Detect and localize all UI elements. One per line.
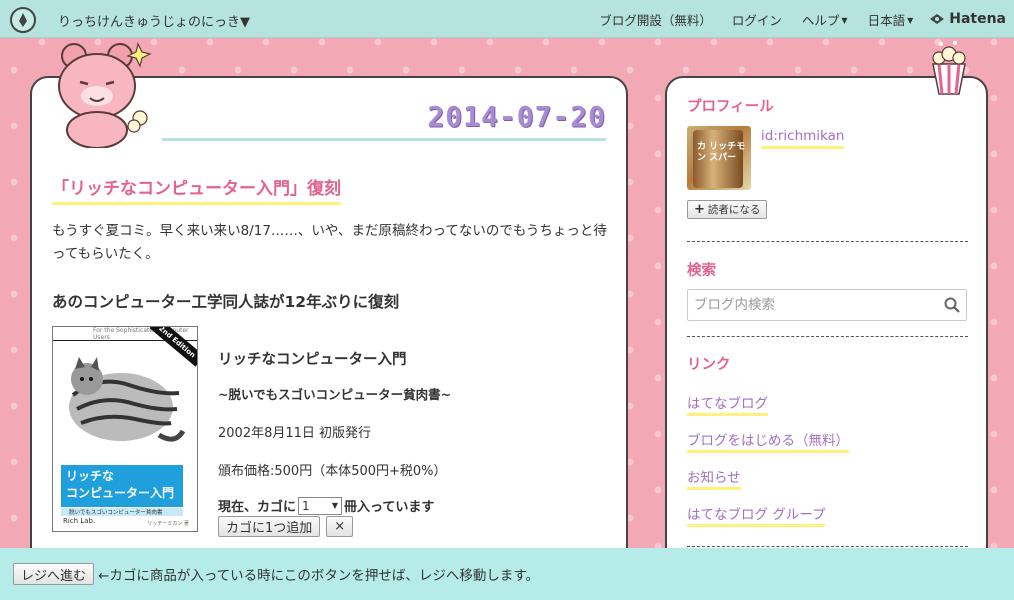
cart-status: 現在、カゴに 1 ▼ 冊入っています — [218, 496, 434, 515]
blog-name-label: りっちけんきゅうじょのにっき — [58, 15, 241, 30]
date-underline — [162, 138, 606, 141]
sidebar: プロフィール カ リッチモン スパー id:richmikan + 読者になる 検… — [665, 76, 988, 596]
search-icon[interactable] — [944, 297, 960, 313]
blog-name-dropdown[interactable]: りっちけんきゅうじょのにっき▼ — [58, 11, 250, 30]
link-start-blog[interactable]: ブログをはじめる（無料） — [687, 429, 849, 453]
quantity-value: 1 — [302, 498, 310, 513]
language-menu[interactable]: 日本語 ▼ — [868, 10, 914, 29]
top-navbar: りっちけんきゅうじょのにっき▼ ブログ開設（無料） ログイン ヘルプ ▼ 日本語 ▼… — [0, 0, 1014, 38]
cover-publisher: Rich Lab. — [63, 517, 96, 525]
cover-title-line1: リッチな — [66, 469, 115, 483]
book-name: リッチなコンピューター入門 — [218, 352, 407, 368]
book-price: 頒布価格:500円（本体500円+税0%） — [218, 464, 447, 479]
search-input[interactable] — [694, 297, 924, 313]
sidebar-divider — [687, 241, 968, 242]
cart-suffix: 冊入っています — [344, 500, 435, 515]
sidebar-divider — [687, 546, 968, 547]
entry-paragraph: もうすぐ夏コミ。早く来い来い8/17……、いや、まだ原稿終わってないのでもうちょ… — [52, 223, 607, 262]
language-label: 日本語 — [867, 12, 906, 28]
cover-title-box: リッチな コンピューター入門 — [61, 465, 183, 507]
caret-down-icon: ▼ — [240, 15, 251, 30]
open-blog-link[interactable]: ブログ開設（無料） — [599, 10, 712, 29]
brand-label: Hatena — [949, 11, 1006, 27]
user-id-link[interactable]: id:richmikan — [761, 128, 845, 149]
chevron-down-icon: ▼ — [331, 501, 339, 510]
blog-search-box — [687, 289, 967, 321]
link-news[interactable]: お知らせ — [687, 466, 741, 490]
entry-card: 2014-07-20 「リッチなコンピューター入門」復刻 もうすぐ夏コミ。早く来… — [30, 76, 628, 596]
sidebar-divider — [687, 336, 968, 337]
book-release-date: 2002年8月11日 初版発行 — [218, 426, 372, 441]
entry-title[interactable]: 「リッチなコンピューター入門」復刻 — [52, 174, 341, 205]
hatena-logo-icon[interactable] — [10, 7, 36, 33]
cover-title-line2: コンピューター入門 — [66, 486, 175, 500]
link-hatena-blog[interactable]: はてなブログ — [687, 392, 768, 416]
remove-from-cart-button[interactable]: × — [326, 516, 354, 537]
avatar[interactable]: カ リッチモン スパー — [687, 126, 751, 190]
subscribe-button[interactable]: + 読者になる — [687, 200, 768, 219]
avatar-label: カ リッチモン スパー — [697, 142, 746, 163]
plus-icon: + — [694, 202, 705, 217]
popcorn-mascot — [932, 41, 966, 95]
add-to-cart-button[interactable]: カゴに1つ追加 — [218, 516, 321, 537]
profile-heading: プロフィール — [687, 99, 774, 115]
book-info: リッチなコンピューター入門 ~脱いでもスゴいコンピューター貧肉書~ 2002年8… — [218, 348, 451, 537]
hatena-mark-icon — [930, 14, 945, 24]
links-heading: リンク — [687, 357, 731, 373]
help-label: ヘルプ — [801, 12, 840, 28]
search-heading: 検索 — [687, 263, 716, 279]
book-cover-image[interactable]: For the Sophisticated Computer Users 2nd… — [52, 326, 198, 532]
bear-mascot — [58, 42, 152, 148]
cover-author: リッチーミカン 著 — [147, 521, 189, 527]
cart-bar-message: ←カゴに商品が入っている時にこのボタンを押せば、レジへ移動します。 — [98, 568, 540, 584]
login-link[interactable]: ログイン — [732, 10, 782, 29]
quantity-select[interactable]: 1 ▼ — [298, 496, 343, 515]
link-blog-group[interactable]: はてなブログ グループ — [687, 503, 826, 527]
cart-buttons: カゴに1つ追加 × — [218, 516, 354, 537]
cat-illustration — [69, 357, 186, 442]
cover-subtitle: 脱いでもスゴいコンピューター貧肉書 — [61, 508, 183, 516]
checkout-button[interactable]: レジへ進む — [13, 563, 95, 585]
top-nav-links: ブログ開設（無料） ログイン ヘルプ ▼ 日本語 ▼ Hatena — [599, 0, 1014, 38]
entry-date[interactable]: 2014-07-20 — [427, 100, 606, 133]
caret-down-icon: ▼ — [841, 15, 848, 25]
caret-down-icon: ▼ — [907, 15, 914, 25]
cart-bar: レジへ進む ←カゴに商品が入っている時にこのボタンを押せば、レジへ移動します。 — [0, 548, 1014, 600]
book-subtitle: ~脱いでもスゴいコンピューター貧肉書~ — [218, 387, 452, 402]
help-menu[interactable]: ヘルプ ▼ — [802, 10, 848, 29]
cart-prefix: 現在、カゴに — [218, 500, 297, 515]
entry-section-heading: あのコンピューター工学同人誌が12年ぶりに復刻 — [52, 293, 400, 311]
subscribe-label: 読者になる — [707, 204, 761, 216]
hatena-brand-link[interactable]: Hatena — [929, 11, 1006, 27]
